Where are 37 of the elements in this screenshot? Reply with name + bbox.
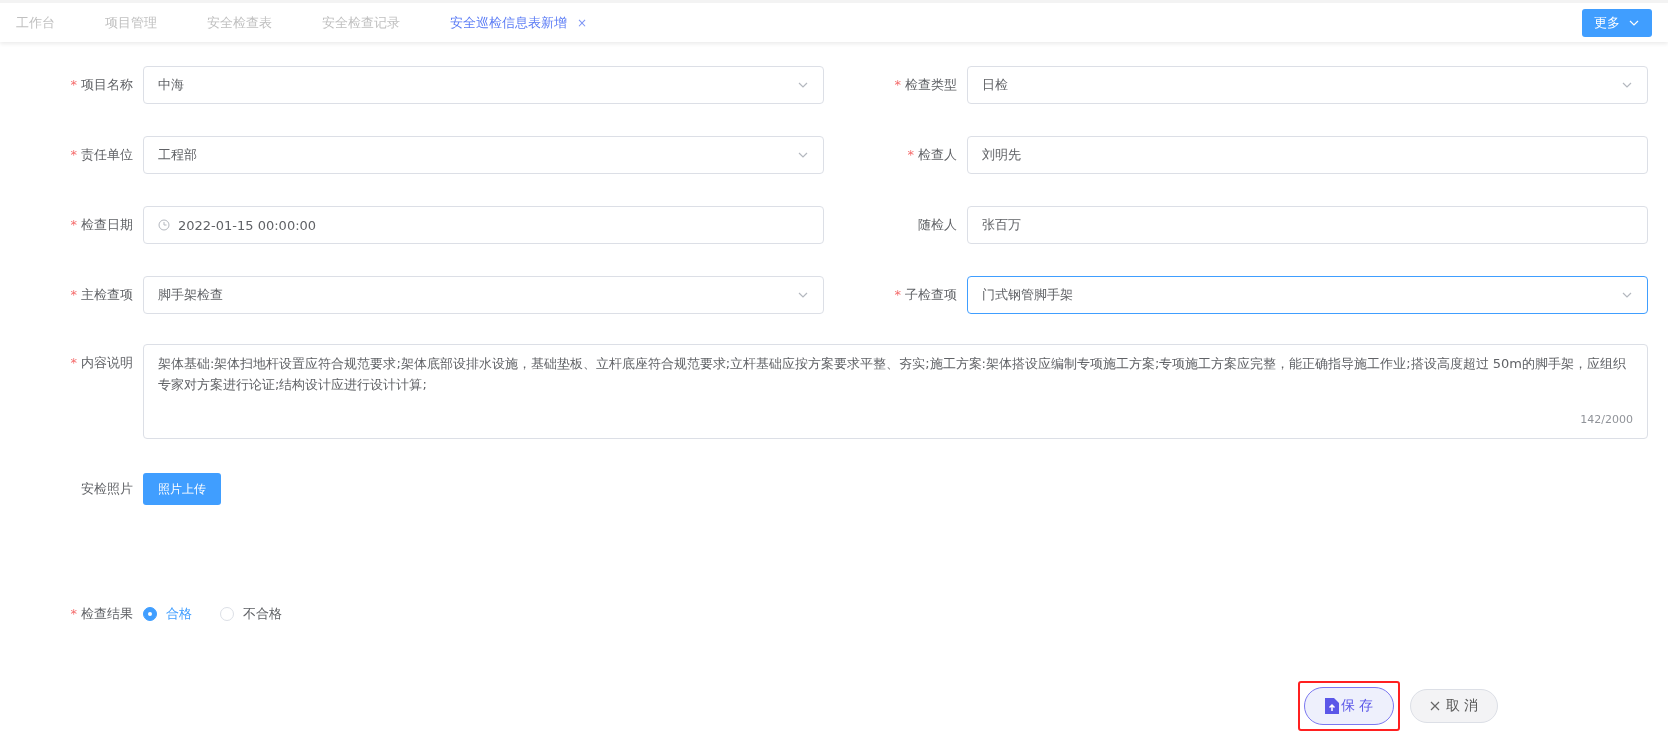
file-upload-icon	[1324, 698, 1339, 714]
select-field[interactable]: 门式钢管脚手架	[967, 276, 1648, 314]
field-label: 主检查项	[81, 287, 133, 302]
field-label: 子检查项	[905, 287, 957, 302]
select-field[interactable]: 脚手架检查	[143, 276, 824, 314]
save-button[interactable]: 保 存	[1304, 687, 1394, 725]
required-mark: *	[70, 217, 77, 232]
required-mark: *	[894, 77, 901, 92]
required-mark: *	[70, 355, 77, 370]
select-field[interactable]: 工程部	[143, 136, 824, 174]
field-label: 检查结果	[81, 606, 133, 621]
field-label: 随检人	[918, 217, 957, 232]
input-field[interactable]: 刘明先	[967, 136, 1648, 174]
select-field[interactable]: 中海	[143, 66, 824, 104]
cancel-button[interactable]: 取 消	[1410, 689, 1498, 723]
required-mark: *	[70, 287, 77, 302]
required-mark: *	[70, 147, 77, 162]
date-field[interactable]: 2022-01-15 00:00:00	[143, 206, 824, 244]
select-field[interactable]: 日检	[967, 66, 1648, 104]
radio-icon[interactable]	[143, 607, 157, 621]
field-label: 内容说明	[81, 355, 133, 370]
required-mark: *	[907, 147, 914, 162]
field-label: 责任单位	[81, 147, 133, 162]
field-label: 检查人	[918, 147, 957, 162]
required-mark: *	[70, 606, 77, 621]
input-field[interactable]: 张百万	[967, 206, 1648, 244]
field-label: 检查日期	[81, 217, 133, 232]
required-mark: *	[894, 287, 901, 302]
close-icon	[1429, 701, 1440, 711]
description-textarea[interactable]: 架体基础:架体扫地杆设置应符合规范要求;架体底部设排水设施，基础垫板、立杆底座符合规范要求;立杆基础应按方案要求平整、夯实;施工方案:架体搭设应编制专项施工方案;专项施工方案应完整，能正确指导施工作业;搭设高度超过 50m的脚手架，应组织专家对方案进行论证;结构设计应进行设计计算; 142/2000	[143, 344, 1648, 439]
clock-icon	[158, 219, 170, 231]
radio-option[interactable]: 不合格	[220, 605, 282, 623]
field-label: 安检照片	[81, 481, 133, 496]
tab[interactable]: 安全巡检信息表新增 ×	[450, 13, 588, 32]
field-label: 检查类型	[905, 77, 957, 92]
required-mark: *	[70, 77, 77, 92]
field-label: 项目名称	[81, 77, 133, 92]
